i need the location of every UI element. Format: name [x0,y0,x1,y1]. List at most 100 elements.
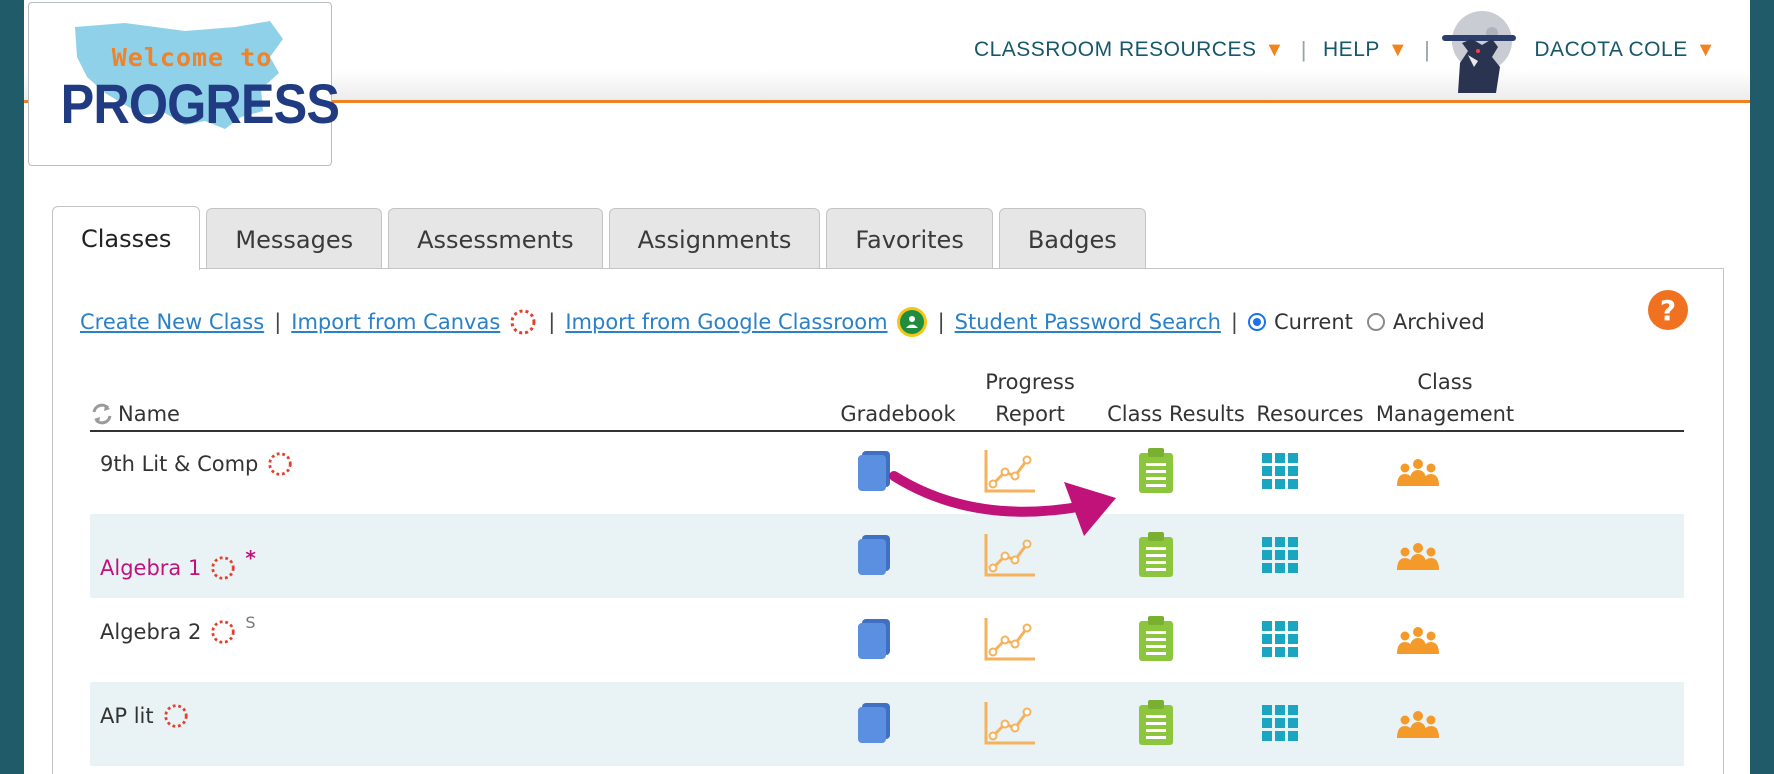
gradebook-column-header: Gradebook [840,402,956,426]
canvas-icon [211,620,235,644]
class-name-link[interactable]: Algebra 2 S [100,613,255,646]
toolbar-separator: | [548,310,556,334]
help-label: HELP [1323,38,1380,61]
google-classroom-icon [896,307,927,337]
create-class-link[interactable]: Create New Class [80,310,264,334]
resources-button[interactable] [1250,614,1310,664]
user-menu[interactable]: DACOTA COLE ▼ [1530,38,1720,62]
help-question-icon[interactable]: ? [1648,290,1688,330]
toolbar-separator: | [937,310,945,334]
class-management-button[interactable] [1388,698,1448,748]
refresh-icon[interactable] [90,402,114,426]
class-management-column-header: Class Management [1370,366,1520,430]
tab-classes[interactable]: Classes [52,206,201,270]
progress-report-button[interactable] [980,698,1040,748]
clipboard-icon [1139,700,1173,745]
tab-messages[interactable]: Messages [206,208,383,270]
book-icon [858,619,890,659]
password-search-link[interactable]: Student Password Search [955,310,1221,334]
werewolf-avatar-icon [1442,11,1517,93]
tab-assignments[interactable]: Assignments [608,208,821,270]
gradebook-button[interactable] [844,446,904,496]
people-icon [1397,711,1439,738]
site-logo[interactable]: Welcome to PROGRESS [28,2,340,166]
canvas-icon [211,556,235,580]
resources-button[interactable] [1250,446,1310,496]
archived-label: Archived [1392,310,1485,334]
name-column-header[interactable]: Name [90,398,180,430]
avatar[interactable] [1438,5,1520,95]
progress-report-column-header: Progress Report [970,366,1090,430]
grid-icon [1262,453,1298,489]
line-chart-icon [984,702,1035,745]
toolbar-separator: | [1230,310,1238,334]
nav-separator: | [1424,37,1431,62]
gradebook-button[interactable] [844,530,904,580]
class-name: Algebra 2 [100,620,202,644]
table-row: 9th Lit & Comp [90,430,1684,514]
class-name-link[interactable]: 9th Lit & Comp [100,450,294,478]
line-chart-icon [984,534,1035,577]
clipboard-icon [1139,616,1173,661]
class-management-button[interactable] [1388,446,1448,496]
class-mgmt-header-line1: Class [1417,370,1473,394]
caret-down-icon: ▼ [1695,38,1716,61]
grid-icon [1262,621,1298,657]
class-results-button[interactable] [1126,446,1186,496]
import-canvas-link[interactable]: Import from Canvas [291,310,500,334]
tab-bar: Classes Messages Assessments Assignments… [52,206,1146,270]
help-menu[interactable]: HELP ▼ [1319,38,1412,62]
caret-down-icon: ▼ [1387,38,1409,61]
table-row: Algebra 2 S [90,598,1684,682]
class-name-link[interactable]: Algebra 1 * [100,546,256,582]
caret-down-icon: ▼ [1264,38,1285,61]
tab-favorites[interactable]: Favorites [826,208,993,270]
book-icon [858,451,890,491]
classroom-resources-label: CLASSROOM RESOURCES [973,38,1257,61]
gradebook-button[interactable] [844,614,904,664]
gradebook-button[interactable] [844,698,904,748]
resources-button[interactable] [1250,698,1310,748]
class-results-button[interactable] [1126,698,1186,748]
progress-report-button[interactable] [980,530,1040,580]
progress-report-button[interactable] [980,614,1040,664]
class-name-link[interactable]: AP lit [100,702,190,730]
grid-icon [1262,537,1298,573]
class-name: 9th Lit & Comp [100,452,259,476]
tab-assessments[interactable]: Assessments [388,208,603,270]
current-radio[interactable] [1247,313,1266,331]
progress-report-button[interactable] [980,446,1040,496]
resources-button[interactable] [1250,530,1310,580]
class-mgmt-header-line2: Management [1375,402,1515,426]
archived-radio[interactable] [1366,313,1385,331]
class-results-column-header: Class Results [1107,402,1245,426]
people-icon [1397,459,1439,486]
progress-header-line2: Report [995,402,1065,426]
clipboard-icon [1139,532,1173,577]
class-name: Algebra 1 [100,556,202,580]
user-name: DACOTA COLE [1534,38,1688,61]
canvas-icon [163,704,188,728]
class-mark: S [245,612,256,632]
class-management-button[interactable] [1388,614,1448,664]
table-row: AP lit [90,682,1684,766]
class-results-button[interactable] [1126,614,1186,664]
class-results-button[interactable] [1126,530,1186,580]
class-management-button[interactable] [1388,530,1448,580]
resources-column-header: Resources [1256,402,1364,426]
import-google-link[interactable]: Import from Google Classroom [565,310,887,334]
progress-header-line1: Progress [985,370,1075,394]
canvas-icon [268,452,293,476]
classroom-resources-menu[interactable]: CLASSROOM RESOURCES ▼ [970,38,1289,62]
nav-separator: | [1300,37,1308,62]
tab-badges[interactable]: Badges [998,208,1146,270]
book-icon [858,703,890,743]
class-toolbar: Create New Class | Import from Canvas | … [80,306,1485,338]
line-chart-icon [984,450,1035,493]
logo-welcome-text: Welcome to [111,43,273,72]
clipboard-icon [1139,448,1173,493]
page: Welcome to PROGRESS CLASSROOM RESOURCES … [24,0,1750,774]
grid-icon [1262,705,1298,741]
book-icon [858,535,890,575]
table-header: Name Gradebook Progress Report Class Res… [90,360,1684,432]
